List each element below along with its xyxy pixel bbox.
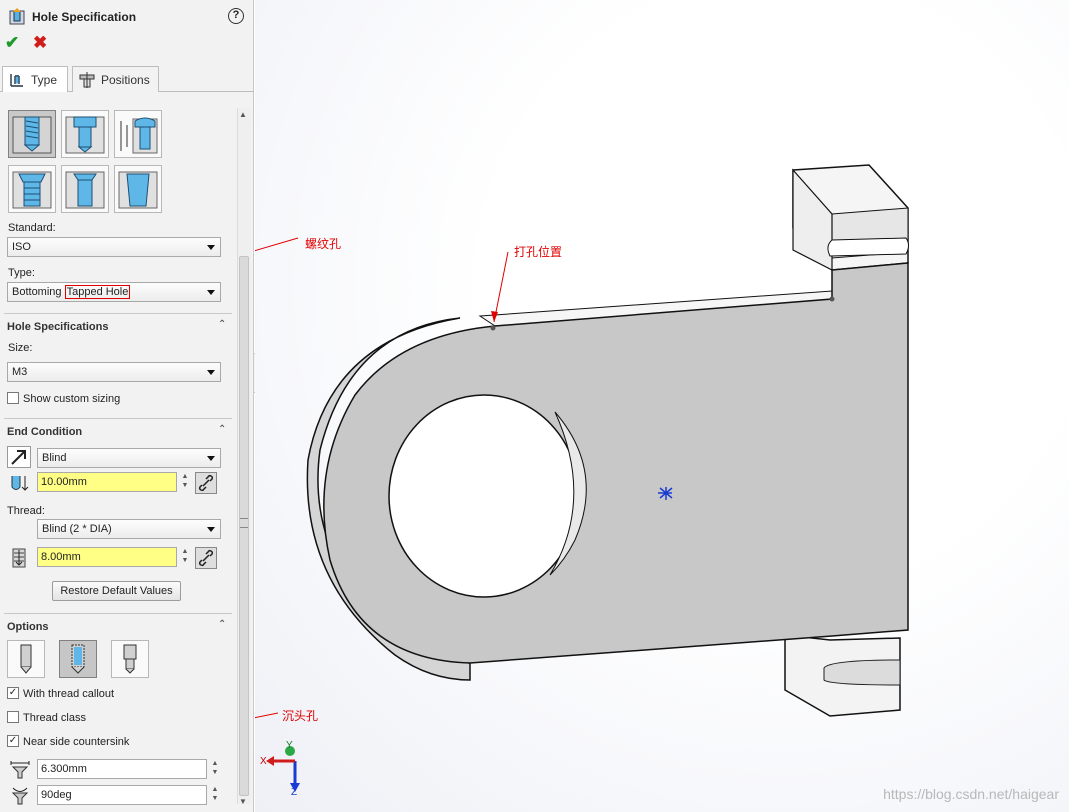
type-value-prefix: Bottoming — [12, 286, 65, 298]
type-dropdown[interactable]: Bottoming Tapped Hole — [7, 282, 221, 302]
graphics-viewport[interactable] — [255, 0, 1069, 812]
standard-value: ISO — [12, 241, 31, 253]
collapse-chevron-icon[interactable]: ⌃ — [218, 424, 226, 435]
end-condition-value: Blind — [42, 452, 67, 464]
annotation-countersink: 沉头孔 — [282, 709, 319, 723]
near-side-countersink-label: Near side countersink — [23, 736, 130, 748]
section-divider — [4, 313, 232, 314]
ok-checkmark-icon[interactable]: ✔ — [5, 33, 19, 53]
straight-tap-icon — [65, 171, 105, 209]
help-icon[interactable]: ? — [228, 8, 244, 24]
countersink-angle-icon — [11, 787, 29, 805]
scrollbar-grip-icon — [240, 518, 248, 528]
countersink-diameter-spinner[interactable]: ▲ ▼ — [210, 759, 220, 779]
link-icon — [198, 549, 214, 567]
hole-depth-spinner[interactable]: ▲ ▼ — [180, 472, 190, 492]
reverse-direction-icon — [11, 450, 26, 465]
countersink-angle-input[interactable]: 90deg — [37, 785, 207, 805]
thread-label: Thread: — [7, 505, 45, 517]
tab-type[interactable]: Type — [2, 66, 68, 92]
collapse-chevron-icon[interactable]: ⌃ — [218, 319, 226, 330]
tapped-hole-icon — [12, 116, 52, 154]
option-cosmetic-thread-button[interactable] — [59, 640, 97, 678]
thread-depth-icon — [12, 548, 26, 568]
hole-type-straight-tap-button[interactable] — [61, 165, 109, 213]
reverse-direction-button[interactable] — [7, 446, 31, 468]
thread-class-label: Thread class — [23, 712, 86, 724]
tapered-tap-icon — [12, 171, 52, 209]
thread-callout-checkbox[interactable]: ✓ — [7, 687, 19, 699]
tab-positions[interactable]: Positions — [72, 66, 159, 92]
tab-positions-label: Positions — [101, 72, 150, 87]
panel-title: Hole Specification — [32, 10, 137, 24]
annotation-tapped-hole: 螺纹孔 — [305, 237, 342, 251]
thread-depth-value: 8.00mm — [41, 551, 81, 563]
countersink-angle-spinner[interactable]: ▲ ▼ — [210, 785, 220, 805]
thread-depth-spinner[interactable]: ▲ ▼ — [180, 547, 190, 567]
option-remove-thread-button[interactable] — [111, 640, 149, 678]
tap-drill-icon — [20, 644, 32, 674]
hole-type-tapped-button[interactable] — [8, 110, 56, 158]
standard-label: Standard: — [8, 222, 56, 234]
size-dropdown[interactable]: M3 — [7, 362, 221, 382]
custom-sizing-checkbox[interactable] — [7, 392, 19, 404]
countersink-angle-value: 90deg — [41, 789, 72, 801]
standard-dropdown[interactable]: ISO — [7, 237, 221, 257]
end-condition-header: End Condition — [7, 426, 83, 438]
thread-callout-label: With thread callout — [23, 688, 115, 700]
hole-type-pipe-tap-button[interactable] — [114, 165, 162, 213]
type-tab-icon — [10, 73, 23, 87]
options-header: Options — [7, 621, 49, 633]
thread-class-checkbox[interactable] — [7, 711, 19, 723]
custom-sizing-label: Show custom sizing — [23, 393, 121, 405]
legacy-hole-icon — [120, 117, 158, 154]
section-divider — [4, 613, 232, 614]
annotation-hole-position: 打孔位置 — [514, 245, 563, 259]
counterbore-icon — [65, 116, 105, 154]
link-icon — [198, 474, 214, 492]
property-manager-panel: Hole Specification ? ✔ ✖ Type Positions … — [0, 0, 254, 812]
countersink-diameter-input[interactable]: 6.300mm — [37, 759, 207, 779]
cancel-x-icon[interactable]: ✖ — [33, 33, 47, 53]
near-side-countersink-checkbox[interactable]: ✓ — [7, 735, 19, 747]
type-label: Type: — [8, 267, 35, 279]
type-value-highlight: Tapped Hole — [64, 285, 131, 299]
hole-wizard-icon — [9, 8, 25, 25]
end-condition-dropdown[interactable]: Blind — [37, 448, 221, 468]
option-tap-drill-button[interactable] — [7, 640, 45, 678]
countersink-diameter-icon — [10, 761, 30, 779]
collapse-chevron-icon[interactable]: ⌃ — [218, 619, 226, 630]
hole-type-tapered-button[interactable] — [8, 165, 56, 213]
section-divider — [4, 418, 232, 419]
link-depth-button[interactable] — [195, 472, 217, 494]
triad-y-label: Y — [286, 740, 293, 751]
hole-type-legacy-button[interactable] — [114, 110, 162, 158]
pipe-tap-icon — [118, 171, 158, 209]
hole-depth-value: 10.00mm — [41, 476, 87, 488]
thread-depth-input[interactable]: 8.00mm — [37, 547, 177, 567]
scroll-up-arrow-icon[interactable]: ▲ — [239, 110, 247, 119]
size-label: Size: — [8, 342, 33, 354]
hole-specs-header: Hole Specifications — [7, 321, 109, 333]
part-model[interactable] — [255, 0, 1069, 812]
hole-type-counterbore-button[interactable] — [61, 110, 109, 158]
remove-thread-icon — [123, 644, 137, 674]
restore-defaults-button[interactable]: Restore Default Values — [52, 581, 181, 601]
cosmetic-thread-icon — [71, 644, 85, 674]
hole-depth-input[interactable]: 10.00mm — [37, 472, 177, 492]
link-thread-depth-button[interactable] — [195, 547, 217, 569]
scroll-down-arrow-icon[interactable]: ▼ — [239, 797, 247, 806]
thread-value: Blind (2 * DIA) — [42, 523, 112, 535]
tab-bar: Type Positions — [0, 66, 254, 92]
triad-z-label: Z — [291, 787, 298, 798]
hole-depth-icon — [11, 476, 29, 491]
countersink-diameter-value: 6.300mm — [41, 763, 87, 775]
thread-dropdown[interactable]: Blind (2 * DIA) — [37, 519, 221, 539]
triad-x-label: X — [260, 756, 267, 767]
positions-tab-icon — [79, 71, 95, 88]
tab-type-label: Type — [31, 72, 58, 87]
size-value: M3 — [12, 366, 28, 378]
watermark: https://blog.csdn.net/haigear — [883, 786, 1059, 802]
